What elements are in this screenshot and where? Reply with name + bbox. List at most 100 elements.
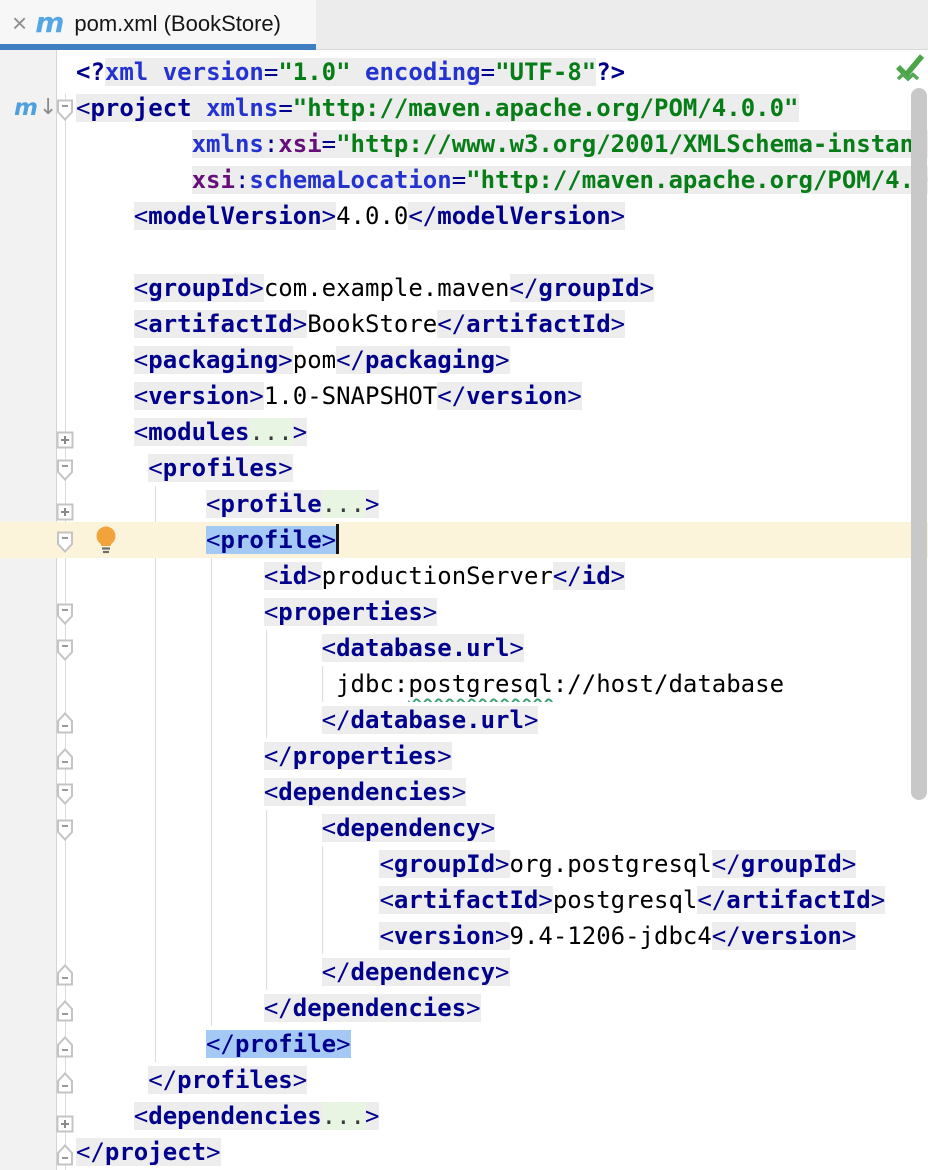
code-token: </	[408, 202, 437, 230]
code-line[interactable]: <properties>	[0, 594, 928, 630]
scrollbar-thumb[interactable]	[911, 88, 927, 800]
code-token: id	[582, 562, 611, 590]
fold-collapse-icon[interactable]	[56, 456, 74, 486]
fold-collapse-icon[interactable]	[56, 960, 74, 990]
code-line[interactable]: <?xml version="1.0" encoding="UTF-8"?>	[0, 54, 928, 90]
code-line[interactable]: </profiles>	[0, 1062, 928, 1098]
tab-pom-xml[interactable]: × m pom.xml (BookStore)	[0, 0, 316, 50]
inspection-ok-icon[interactable]	[894, 52, 926, 86]
code-line[interactable]: <packaging>pom</packaging>	[0, 342, 928, 378]
fold-collapse-icon[interactable]	[56, 1068, 74, 1098]
intention-bulb-icon[interactable]	[94, 525, 120, 558]
code-token: </	[697, 886, 726, 914]
code-token: "1.0"	[278, 58, 350, 86]
maven-file-icon: m	[35, 6, 64, 39]
fold-collapse-icon[interactable]	[56, 1032, 74, 1062]
code-line[interactable]: <profiles>	[0, 450, 928, 486]
indent-spaces	[76, 1102, 134, 1130]
maven-import-icon[interactable]: m↓	[14, 90, 57, 126]
code-token: >	[538, 886, 552, 914]
code-line[interactable]: <modules...>	[0, 414, 928, 450]
fold-collapse-icon[interactable]	[56, 636, 74, 666]
fold-collapse-icon[interactable]	[56, 816, 74, 846]
code-token: >	[495, 922, 509, 950]
fold-collapse-icon[interactable]	[56, 600, 74, 630]
fold-collapse-icon[interactable]	[56, 528, 74, 558]
code-line[interactable]: <groupId>org.postgresql</groupId>	[0, 846, 928, 882]
code-token: 9.4-1206-jdbc4	[510, 922, 712, 950]
fold-collapse-icon[interactable]	[56, 744, 74, 774]
code-line[interactable]: <version>9.4-1206-jdbc4</version>	[0, 918, 928, 954]
code-line[interactable]: jdbc:postgresql://host/database	[0, 666, 928, 702]
code-line[interactable]: <artifactId>BookStore</artifactId>	[0, 306, 928, 342]
code-token: database.url	[351, 706, 524, 734]
code-line[interactable]: <version>1.0-SNAPSHOT</version>	[0, 378, 928, 414]
code-token: dependencies	[278, 778, 451, 806]
fold-expand-icon[interactable]	[56, 495, 74, 522]
code-line[interactable]: <profile>	[0, 522, 928, 558]
code-line[interactable]: xmlns:xsi="http://www.w3.org/2001/XMLSch…	[0, 126, 928, 162]
code-line[interactable]: <groupId>com.example.maven</groupId>	[0, 270, 928, 306]
code-token: >	[842, 850, 856, 878]
code-token: <	[264, 562, 278, 590]
code-line[interactable]: <dependencies...>	[0, 1098, 928, 1134]
code-token: >	[365, 490, 379, 518]
code-line[interactable]: </dependencies>	[0, 990, 928, 1026]
code-token: properties	[293, 742, 438, 770]
code-line[interactable]: <dependency>	[0, 810, 928, 846]
code-token: >	[466, 994, 480, 1022]
fold-collapse-icon[interactable]	[56, 96, 74, 126]
code-line[interactable]: <profile...>	[0, 486, 928, 522]
code-line[interactable]: xsi:schemaLocation="http://maven.apache.…	[0, 162, 928, 198]
code-token: >	[524, 706, 538, 734]
code-line[interactable]: <dependencies>	[0, 774, 928, 810]
code-token: </	[322, 706, 351, 734]
code-line[interactable]: </profile>	[0, 1026, 928, 1062]
code-token: dependencies	[148, 1102, 321, 1130]
code-line-text	[76, 234, 928, 270]
code-line[interactable]: </database.url>	[0, 702, 928, 738]
code-token: "http://maven.apache.org/POM/4.0.0 http:…	[466, 166, 928, 194]
fold-collapse-icon[interactable]	[56, 780, 74, 810]
code-token: >	[322, 526, 336, 554]
code-token: version	[466, 382, 567, 410]
code-token: version	[741, 922, 842, 950]
code-line[interactable]: <artifactId>postgresql</artifactId>	[0, 882, 928, 918]
code-token: <	[264, 598, 278, 626]
code-line-text: <project xmlns="http://maven.apache.org/…	[76, 90, 928, 126]
code-line[interactable]: <database.url>	[0, 630, 928, 666]
fold-expand-icon[interactable]	[56, 1107, 74, 1134]
indent-spaces	[76, 346, 134, 374]
code-line-text: </project>	[76, 1134, 928, 1170]
code-token: <	[134, 418, 148, 446]
code-line[interactable]: <id>productionServer</id>	[0, 558, 928, 594]
fold-expand-icon[interactable]	[56, 423, 74, 450]
indent-spaces	[76, 634, 322, 662]
code-token: "http://www.w3.org/2001/XMLSchema-instan…	[336, 130, 928, 158]
code-token: >	[495, 346, 509, 374]
code-token: artifactId	[726, 886, 871, 914]
fold-collapse-icon[interactable]	[56, 996, 74, 1026]
indent-spaces	[76, 274, 134, 302]
code-line[interactable]: </project>	[0, 1134, 928, 1170]
close-tab-icon[interactable]: ×	[12, 10, 27, 36]
code-token: dependencies	[293, 994, 466, 1022]
code-token: >	[495, 850, 509, 878]
code-line[interactable]: </properties>	[0, 738, 928, 774]
fold-collapse-icon[interactable]	[56, 708, 74, 738]
code-token: </	[510, 274, 539, 302]
code-editor[interactable]: <?xml version="1.0" encoding="UTF-8"?>m↓…	[0, 50, 928, 1170]
code-line[interactable]	[0, 234, 928, 270]
code-token: profile	[235, 1030, 336, 1058]
code-line[interactable]: <modelVersion>4.0.0</modelVersion>	[0, 198, 928, 234]
code-line-text: <profiles>	[76, 450, 928, 486]
code-token: >	[278, 346, 292, 374]
code-token: packaging	[148, 346, 278, 374]
code-line[interactable]: m↓ <project xmlns="http://maven.apache.or…	[0, 90, 928, 126]
code-line[interactable]: </dependency>	[0, 954, 928, 990]
code-line-text: </dependency>	[76, 954, 928, 990]
code-token: postgresql	[408, 670, 553, 698]
code-token: modules	[148, 418, 249, 446]
code-token: >	[509, 634, 523, 662]
fold-collapse-icon[interactable]	[56, 1140, 74, 1170]
